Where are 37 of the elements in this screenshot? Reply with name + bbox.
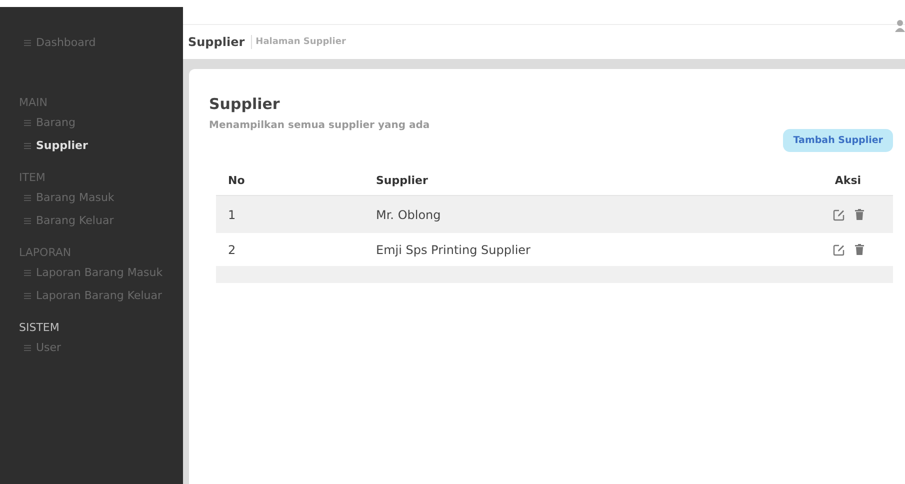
nav-item[interactable]: Dashboard (0, 31, 183, 54)
table-cell-text: Emji Sps Printing Supplier (376, 242, 532, 256)
nav-item[interactable]: Laporan Barang Masuk (0, 261, 183, 284)
column-header: No (227, 174, 246, 186)
section-title: LAPORAN (18, 246, 72, 259)
page-subtitle: Halaman Supplier (254, 37, 346, 47)
add-supplier-button[interactable]: Tambah Supplier (783, 129, 893, 152)
menu-icon (24, 40, 31, 46)
menu-icon (24, 142, 31, 148)
nav-item[interactable]: Supplier (0, 134, 183, 157)
page-title: Supplier (188, 35, 252, 49)
trash-icon[interactable] (854, 244, 864, 255)
table-cell-text: 2 (227, 242, 237, 256)
nav-item[interactable]: Barang Masuk (0, 186, 183, 209)
menu-icon (24, 344, 31, 350)
table-cell-text: 1 (227, 208, 237, 222)
section-title: SISTEM (18, 321, 60, 334)
menu-icon (24, 218, 31, 224)
column-header: Aksi (834, 174, 862, 186)
section-title: ITEM (18, 171, 46, 184)
menu-icon (24, 120, 31, 126)
nav-item[interactable]: Laporan Barang Keluar (0, 284, 183, 307)
menu-icon (24, 270, 31, 276)
table-cell-text: Mr. Oblong (376, 208, 442, 222)
user-icon[interactable] (895, 20, 905, 32)
edit-icon[interactable] (832, 208, 844, 220)
nav-item[interactable]: User (0, 336, 183, 359)
trash-icon[interactable] (854, 209, 864, 220)
card-description: Menampilkan semua supplier yang ada (209, 120, 430, 131)
card-title: Supplier (209, 95, 281, 113)
edit-icon[interactable] (832, 244, 844, 256)
column-header: Supplier (376, 174, 429, 186)
nav-item[interactable]: Barang Keluar (0, 209, 183, 232)
section-title: MAIN (18, 96, 48, 109)
nav-item[interactable]: Barang (0, 111, 183, 134)
menu-icon (24, 292, 31, 298)
menu-icon (24, 194, 31, 200)
